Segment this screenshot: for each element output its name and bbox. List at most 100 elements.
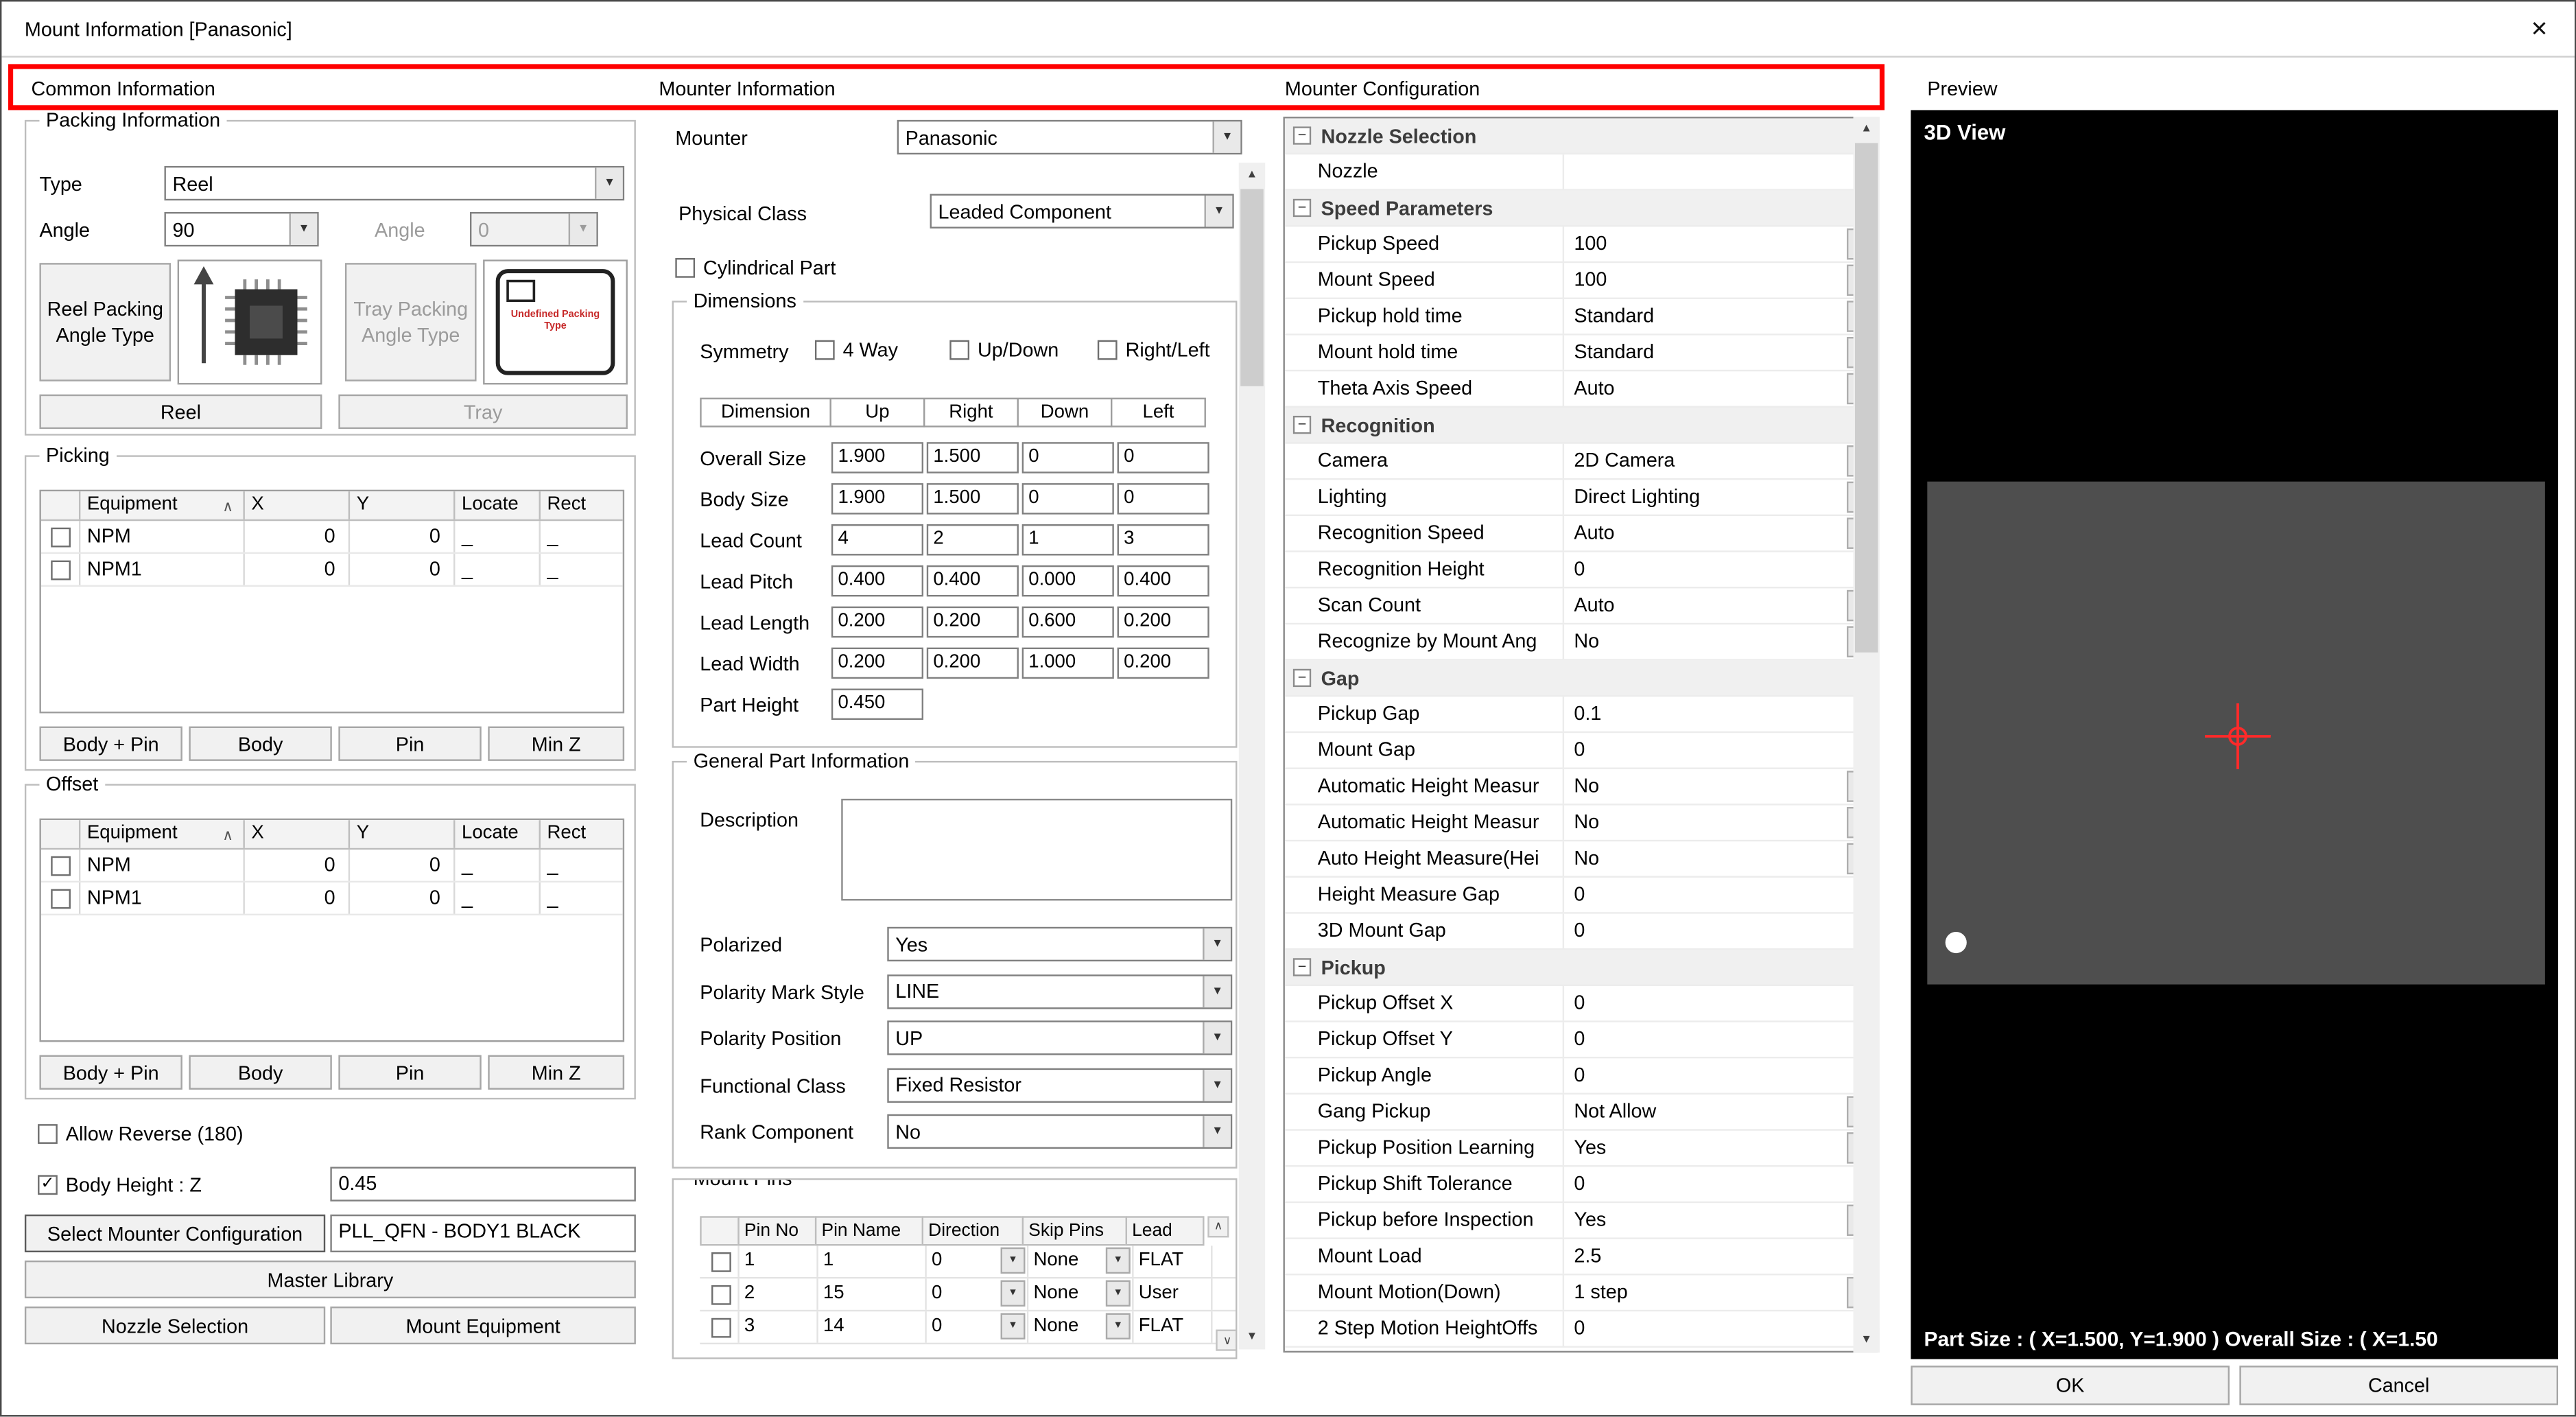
column-header-y[interactable]: Y — [350, 820, 455, 848]
scrollbar-thumb[interactable] — [1240, 189, 1264, 386]
dimension-input[interactable]: 0.000 — [1022, 565, 1114, 597]
column-header-pin-name[interactable]: Pin Name — [815, 1216, 923, 1245]
table-row[interactable]: NPM100__ — [41, 554, 623, 587]
chevron-down-icon[interactable]: ▼ — [289, 213, 318, 245]
config-item-row[interactable]: Pickup hold timeStandard▼ — [1285, 299, 1876, 336]
chevron-down-icon[interactable]: ▼ — [1001, 1313, 1026, 1339]
master-library-button[interactable]: Master Library — [25, 1261, 636, 1298]
scroll-up-icon[interactable]: ∧ — [1207, 1216, 1229, 1237]
checkbox-box[interactable] — [815, 340, 835, 360]
chevron-down-icon[interactable]: ▼ — [1203, 1116, 1231, 1147]
property-value[interactable]: 100▼ — [1564, 263, 1876, 297]
dropdown[interactable]: UP▼ — [887, 1020, 1232, 1055]
table-row[interactable]: 3140▼None▼FLAT — [700, 1311, 1237, 1344]
column-header-direction[interactable]: Direction — [922, 1216, 1024, 1245]
property-value[interactable]: Auto▼ — [1564, 371, 1876, 406]
dimension-input[interactable]: 0.400 — [1118, 565, 1209, 597]
config-item-row[interactable]: Pickup before InspectionYes▼ — [1285, 1203, 1876, 1239]
column-header-equipment[interactable]: Equipment∧ — [80, 491, 245, 519]
dimension-input[interactable]: 4 — [831, 524, 923, 556]
property-value[interactable]: 0 — [1564, 878, 1876, 912]
row-checkbox[interactable] — [711, 1252, 731, 1272]
property-value[interactable]: Standard▼ — [1564, 299, 1876, 333]
mount-equipment-button[interactable]: Mount Equipment — [330, 1307, 635, 1344]
scrollbar-thumb[interactable] — [1855, 143, 1878, 652]
dimension-input[interactable]: 0.400 — [927, 565, 1019, 597]
column-header-y[interactable]: Y — [350, 491, 455, 519]
property-value[interactable]: 0 — [1564, 914, 1876, 948]
chevron-down-icon[interactable]: ▼ — [1001, 1280, 1026, 1307]
property-value[interactable]: 1 step▼ — [1564, 1276, 1876, 1310]
chevron-down-icon[interactable]: ▼ — [1106, 1280, 1131, 1307]
dimension-input[interactable]: 0 — [1022, 483, 1114, 515]
3d-view[interactable]: 3D View Part Size : ( X=1.500, Y=1.900 )… — [1911, 110, 2558, 1359]
collapse-icon[interactable]: − — [1293, 199, 1311, 217]
collapse-icon[interactable]: − — [1293, 416, 1311, 434]
dropdown[interactable]: LINE▼ — [887, 974, 1232, 1008]
allow-reverse-checkbox[interactable]: Allow Reverse (180) — [38, 1123, 243, 1146]
row-checkbox[interactable] — [50, 559, 70, 579]
dimension-input[interactable]: 0.200 — [927, 607, 1019, 638]
collapse-icon[interactable]: − — [1293, 126, 1311, 144]
config-item-row[interactable]: Recognize by Mount AngNo▼ — [1285, 624, 1876, 661]
select-mounter-configuration-button[interactable]: Select Mounter Configuration — [25, 1215, 325, 1252]
chevron-down-icon[interactable]: ▼ — [1203, 975, 1231, 1007]
column-header-skip-pins[interactable]: Skip Pins — [1022, 1216, 1127, 1245]
dimension-input[interactable]: 1.900 — [831, 442, 923, 473]
property-value[interactable]: 0 — [1564, 1311, 1876, 1346]
collapse-icon[interactable]: − — [1293, 958, 1311, 976]
dimension-input[interactable]: 1.500 — [927, 483, 1019, 515]
symmetry-4way-checkbox[interactable]: 4 Way — [815, 338, 898, 362]
dimension-input[interactable]: 0.200 — [1118, 607, 1209, 638]
row-checkbox[interactable] — [711, 1285, 731, 1304]
table-row[interactable]: 110▼None▼FLAT — [700, 1245, 1237, 1278]
dimension-input[interactable]: 2 — [927, 524, 1019, 556]
dimension-input[interactable]: 0.400 — [831, 565, 923, 597]
dimension-input[interactable]: 0.200 — [831, 648, 923, 679]
config-item-row[interactable]: Pickup Gap0.1 — [1285, 696, 1876, 733]
close-icon[interactable]: ✕ — [2531, 16, 2549, 43]
property-value[interactable]: Direct Lighting▼ — [1564, 480, 1876, 514]
property-value[interactable]: Yes▼ — [1564, 1131, 1876, 1165]
config-category-row[interactable]: −Pickup — [1285, 950, 1876, 986]
checkbox-box[interactable] — [38, 1175, 58, 1195]
column-header-pin-no[interactable]: Pin No — [737, 1216, 816, 1245]
dropdown[interactable]: No▼ — [887, 1114, 1232, 1149]
column-header-rect[interactable]: Rect — [541, 491, 624, 519]
column-header-rect[interactable]: Rect — [541, 820, 624, 848]
config-item-row[interactable]: Gang PickupNot Allow▼ — [1285, 1094, 1876, 1131]
property-value[interactable]: 2.5 — [1564, 1239, 1876, 1274]
column-header-x[interactable]: X — [245, 491, 350, 519]
cylindrical-part-checkbox[interactable]: Cylindrical Part — [675, 257, 836, 280]
scroll-down-icon[interactable]: ∨ — [1216, 1330, 1237, 1351]
config-category-row[interactable]: −Nozzle Selection — [1285, 118, 1876, 154]
row-checkbox[interactable] — [50, 888, 70, 908]
body-button[interactable]: Body — [189, 727, 331, 761]
dimension-input[interactable]: 1.900 — [831, 483, 923, 515]
chevron-down-icon[interactable]: ▼ — [595, 167, 623, 199]
config-item-row[interactable]: Automatic Height MeasurNo▼ — [1285, 806, 1876, 842]
config-item-row[interactable]: Theta Axis SpeedAuto▼ — [1285, 371, 1876, 408]
property-value[interactable]: No▼ — [1564, 841, 1876, 876]
chevron-down-icon[interactable]: ▼ — [1106, 1313, 1131, 1339]
property-value[interactable]: Auto▼ — [1564, 588, 1876, 622]
config-category-row[interactable]: −Gap — [1285, 661, 1876, 697]
config-item-row[interactable]: Recognition SpeedAuto▼ — [1285, 516, 1876, 552]
dimension-input[interactable]: 0.200 — [927, 648, 1019, 679]
dimension-input[interactable]: 0.200 — [831, 607, 923, 638]
property-value[interactable]: Not Allow▼ — [1564, 1094, 1876, 1129]
mounter-info-scrollbar[interactable]: ▲ ▼ — [1239, 163, 1265, 1349]
config-category-row[interactable]: −Recognition — [1285, 408, 1876, 444]
checkbox-box[interactable] — [675, 258, 695, 278]
checkbox-box[interactable] — [38, 1124, 58, 1144]
dimension-input[interactable]: 0 — [1022, 442, 1114, 473]
property-value[interactable]: 2D Camera▼ — [1564, 444, 1876, 478]
config-item-row[interactable]: Mount Gap0 — [1285, 733, 1876, 769]
config-item-row[interactable]: 3D Mount Gap0 — [1285, 914, 1876, 950]
dimension-input[interactable]: 0 — [1118, 483, 1209, 515]
config-item-row[interactable]: Nozzle — [1285, 154, 1876, 191]
property-value[interactable]: No▼ — [1564, 806, 1876, 840]
table-row[interactable]: NPM00__ — [41, 850, 623, 882]
dimension-input[interactable]: 1.500 — [927, 442, 1019, 473]
property-value[interactable]: Auto▼ — [1564, 516, 1876, 550]
